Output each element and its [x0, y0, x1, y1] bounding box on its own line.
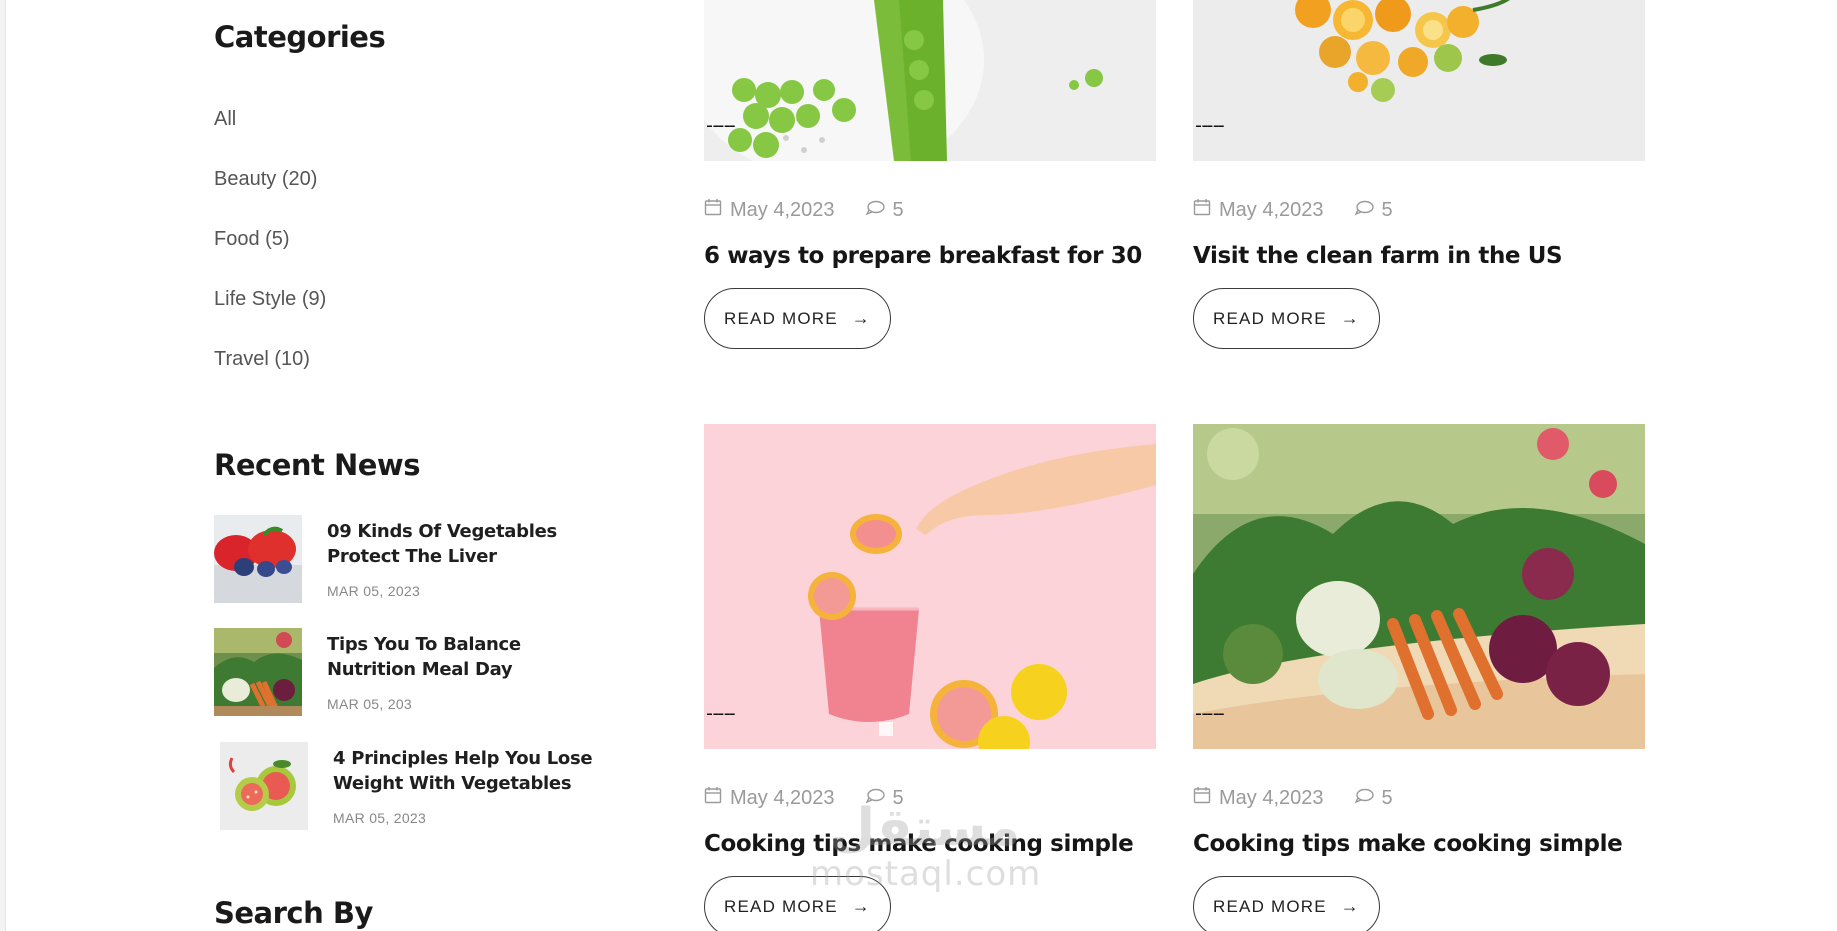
- category-item-life-style[interactable]: Life Style (9): [214, 284, 326, 344]
- category-item-beauty[interactable]: Beauty (20): [214, 164, 326, 224]
- read-more-button[interactable]: READ MORE →: [1193, 876, 1380, 931]
- image-stamp: ▬ ▬▬ ▬▬: [707, 123, 735, 129]
- post-title[interactable]: Visit the clean farm in the US: [1193, 243, 1563, 269]
- image-stamp: ▬ ▬▬ ▬▬: [707, 711, 735, 717]
- category-item-all[interactable]: All: [214, 104, 326, 164]
- category-item-travel[interactable]: Travel (10): [214, 344, 326, 404]
- image-stamp: ▬ ▬▬ ▬▬: [1196, 711, 1224, 717]
- post-meta: May 4,2023 5: [704, 786, 904, 810]
- post-title[interactable]: Cooking tips make cooking simple: [1193, 831, 1623, 857]
- recent-news-item[interactable]: Tips You To Balance Nutrition Meal Day M…: [214, 628, 614, 718]
- post-date: May 4,2023: [730, 786, 835, 809]
- post-date: May 4,2023: [1219, 786, 1324, 809]
- category-item-food[interactable]: Food (5): [214, 224, 326, 284]
- calendar-icon: [704, 198, 722, 222]
- news-title[interactable]: Tips You To Balance Nutrition Meal Day: [327, 632, 587, 682]
- post-date: May 4,2023: [1219, 198, 1324, 221]
- post-title[interactable]: 6 ways to prepare breakfast for 30: [704, 243, 1142, 269]
- recent-news-title: Recent News: [214, 448, 420, 482]
- category-list: All Beauty (20) Food (5) Life Style (9) …: [214, 104, 326, 404]
- vegetable-basket-image: [214, 628, 302, 716]
- news-date: MAR 05, 2023: [327, 583, 421, 599]
- vegetable-basket-image: [1193, 424, 1645, 749]
- calendar-icon: [1193, 198, 1211, 222]
- post-meta: May 4,2023 5: [1193, 198, 1393, 222]
- post-image[interactable]: ▬ ▬▬ ▬▬: [1193, 424, 1645, 749]
- citrus-fruits-image: [1193, 0, 1645, 161]
- post-title[interactable]: Cooking tips make cooking simple: [704, 831, 1134, 857]
- post-card: ▬ ▬▬ ▬▬ May 4,2023 5 Cooking tips make c…: [1193, 424, 1645, 931]
- comment-icon: [865, 787, 885, 810]
- arrow-right-icon: →: [1340, 896, 1360, 916]
- arrow-right-icon: →: [851, 308, 871, 328]
- comment-icon: [1354, 787, 1374, 810]
- post-meta: May 4,2023 5: [704, 198, 904, 222]
- comment-count: 5: [1381, 786, 1393, 809]
- comment-count: 5: [1381, 198, 1393, 221]
- read-more-label: READ MORE: [724, 308, 838, 328]
- recent-news-item[interactable]: 09 Kinds Of Vegetables Protect The Liver…: [214, 515, 614, 605]
- arrow-right-icon: →: [851, 896, 871, 916]
- comment-icon: [1354, 199, 1374, 222]
- post-image[interactable]: ▬ ▬▬ ▬▬: [704, 424, 1156, 749]
- green-peas-image: [704, 0, 1156, 161]
- page-left-edge: [0, 0, 6, 931]
- comment-count: 5: [892, 198, 904, 221]
- post-card: ▬ ▬▬ ▬▬ May 4,2023 5 Cooking tips make c…: [704, 424, 1156, 931]
- grapefruit-drink-image: [704, 424, 1156, 749]
- read-more-button[interactable]: READ MORE →: [1193, 288, 1380, 349]
- categories-title: Categories: [214, 20, 386, 54]
- comment-count: 5: [892, 786, 904, 809]
- post-image[interactable]: ▬ ▬▬ ▬▬: [1193, 0, 1645, 161]
- news-title[interactable]: 09 Kinds Of Vegetables Protect The Liver: [327, 519, 587, 569]
- image-stamp: ▬ ▬▬ ▬▬: [1196, 123, 1224, 129]
- read-more-button[interactable]: READ MORE →: [704, 288, 891, 349]
- comment-icon: [865, 199, 885, 222]
- read-more-button[interactable]: READ MORE →: [704, 876, 891, 931]
- post-image[interactable]: ▬ ▬▬ ▬▬: [704, 0, 1156, 161]
- news-thumbnail[interactable]: [214, 515, 302, 603]
- news-thumbnail[interactable]: [220, 742, 308, 830]
- post-card: ▬ ▬▬ ▬▬ May 4,2023 5 6 ways to prepare b…: [704, 0, 1156, 360]
- recent-news-item[interactable]: 4 Principles Help You Lose Weight With V…: [220, 742, 620, 832]
- guava-image: [220, 742, 308, 830]
- post-date: May 4,2023: [730, 198, 835, 221]
- calendar-icon: [704, 786, 722, 810]
- post-card: ▬ ▬▬ ▬▬ May 4,2023 5 Visit the clean far…: [1193, 0, 1645, 360]
- search-by-title: Search By: [214, 896, 373, 930]
- news-thumbnail[interactable]: [214, 628, 302, 716]
- news-title[interactable]: 4 Principles Help You Lose Weight With V…: [333, 746, 593, 796]
- read-more-label: READ MORE: [724, 896, 838, 916]
- calendar-icon: [1193, 786, 1211, 810]
- strawberries-image: [214, 515, 302, 603]
- news-date: MAR 05, 2023: [333, 810, 427, 826]
- read-more-label: READ MORE: [1213, 308, 1327, 328]
- post-meta: May 4,2023 5: [1193, 786, 1393, 810]
- arrow-right-icon: →: [1340, 308, 1360, 328]
- read-more-label: READ MORE: [1213, 896, 1327, 916]
- news-date: MAR 05, 203: [327, 696, 413, 712]
